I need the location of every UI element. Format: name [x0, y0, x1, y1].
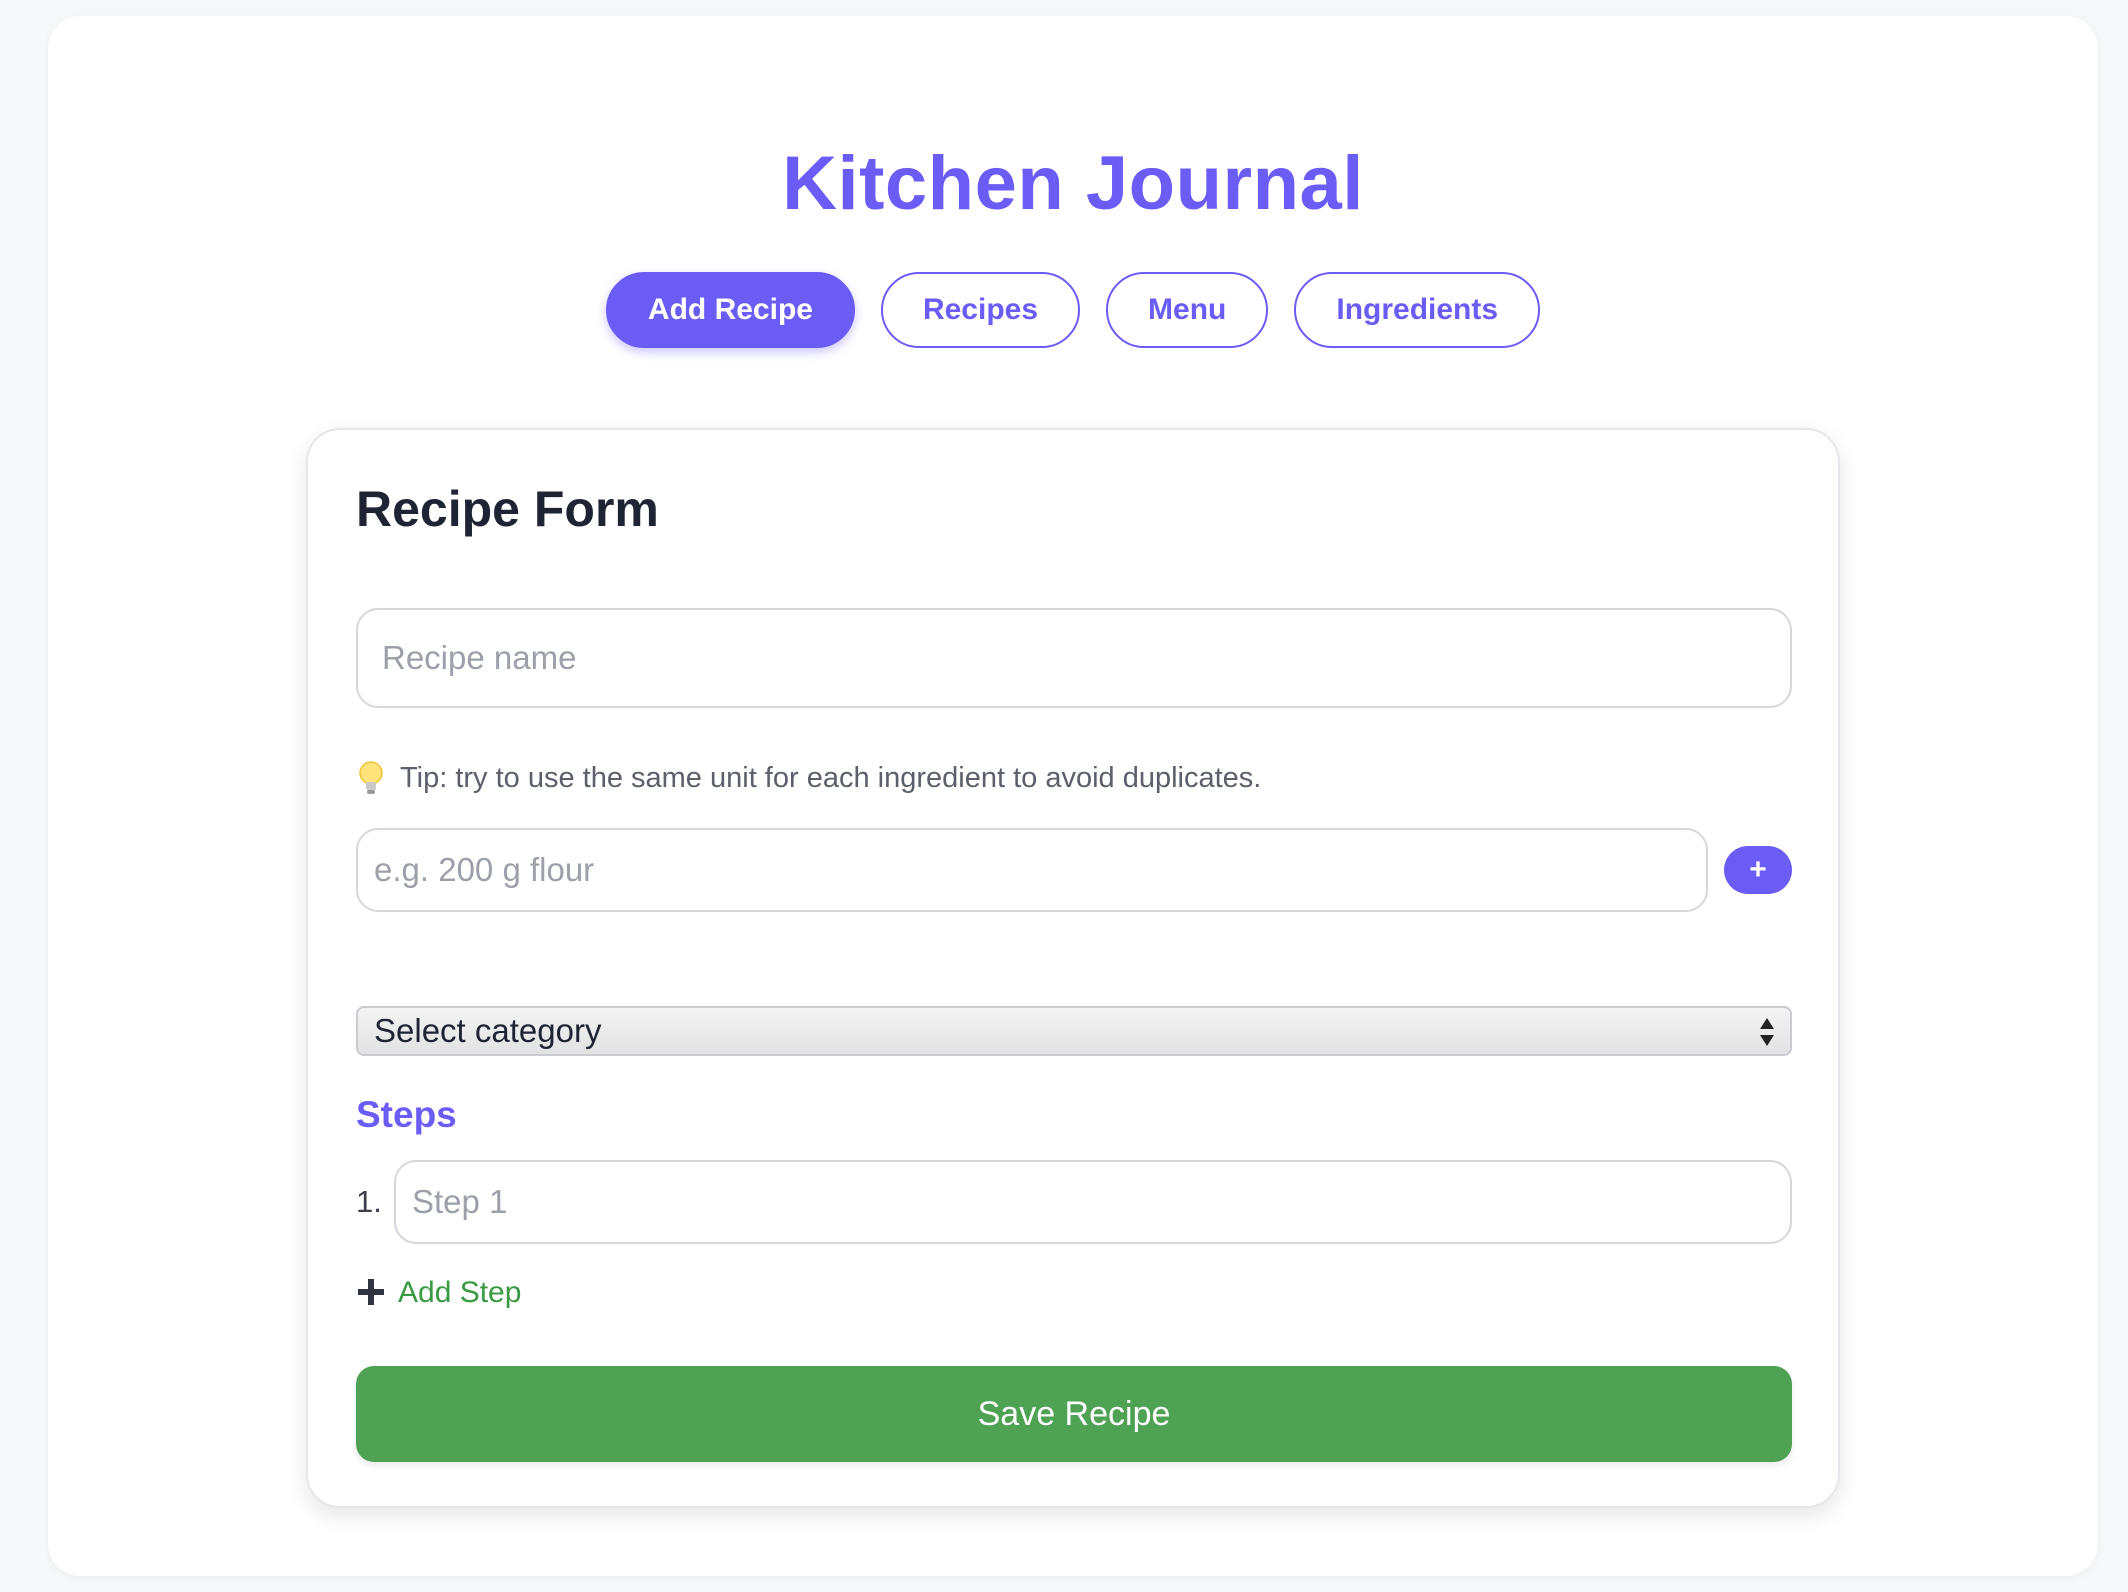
- tip-message: Tip: try to use the same unit for each i…: [356, 760, 1261, 796]
- app-window: Kitchen Journal Add Recipe Recipes Menu …: [48, 16, 2098, 1576]
- lightbulb-icon: [356, 760, 386, 796]
- select-arrows-icon: [1758, 1016, 1776, 1048]
- save-recipe-button[interactable]: Save Recipe: [356, 1366, 1792, 1462]
- step-number: 1.: [356, 1184, 382, 1219]
- steps-heading: Steps: [356, 1094, 457, 1135]
- step-input[interactable]: [394, 1160, 1792, 1244]
- form-title: Recipe Form: [356, 481, 659, 537]
- add-ingredient-button[interactable]: +: [1724, 846, 1792, 894]
- app-title: Kitchen Journal: [782, 141, 1364, 226]
- ingredient-input[interactable]: [356, 828, 1708, 912]
- plus-icon: [356, 1277, 386, 1309]
- tab-add-recipe[interactable]: Add Recipe: [605, 272, 855, 348]
- tip-text: Tip: try to use the same unit for each i…: [400, 761, 1262, 794]
- category-select[interactable]: Select category: [356, 1006, 1792, 1056]
- main-nav: Add Recipe Recipes Menu Ingredients: [48, 272, 2098, 348]
- tab-ingredients[interactable]: Ingredients: [1294, 272, 1541, 348]
- recipe-name-input[interactable]: [356, 608, 1792, 708]
- add-step-button[interactable]: Add Step: [356, 1276, 521, 1310]
- category-selected-value: Select category: [374, 1012, 602, 1049]
- tab-menu[interactable]: Menu: [1106, 272, 1269, 348]
- tab-recipes[interactable]: Recipes: [880, 272, 1081, 348]
- recipe-form-card: Recipe Form Tip: try to use the same uni…: [306, 428, 1840, 1508]
- step-row: 1.: [356, 1160, 1792, 1244]
- add-step-label: Add Step: [398, 1276, 522, 1309]
